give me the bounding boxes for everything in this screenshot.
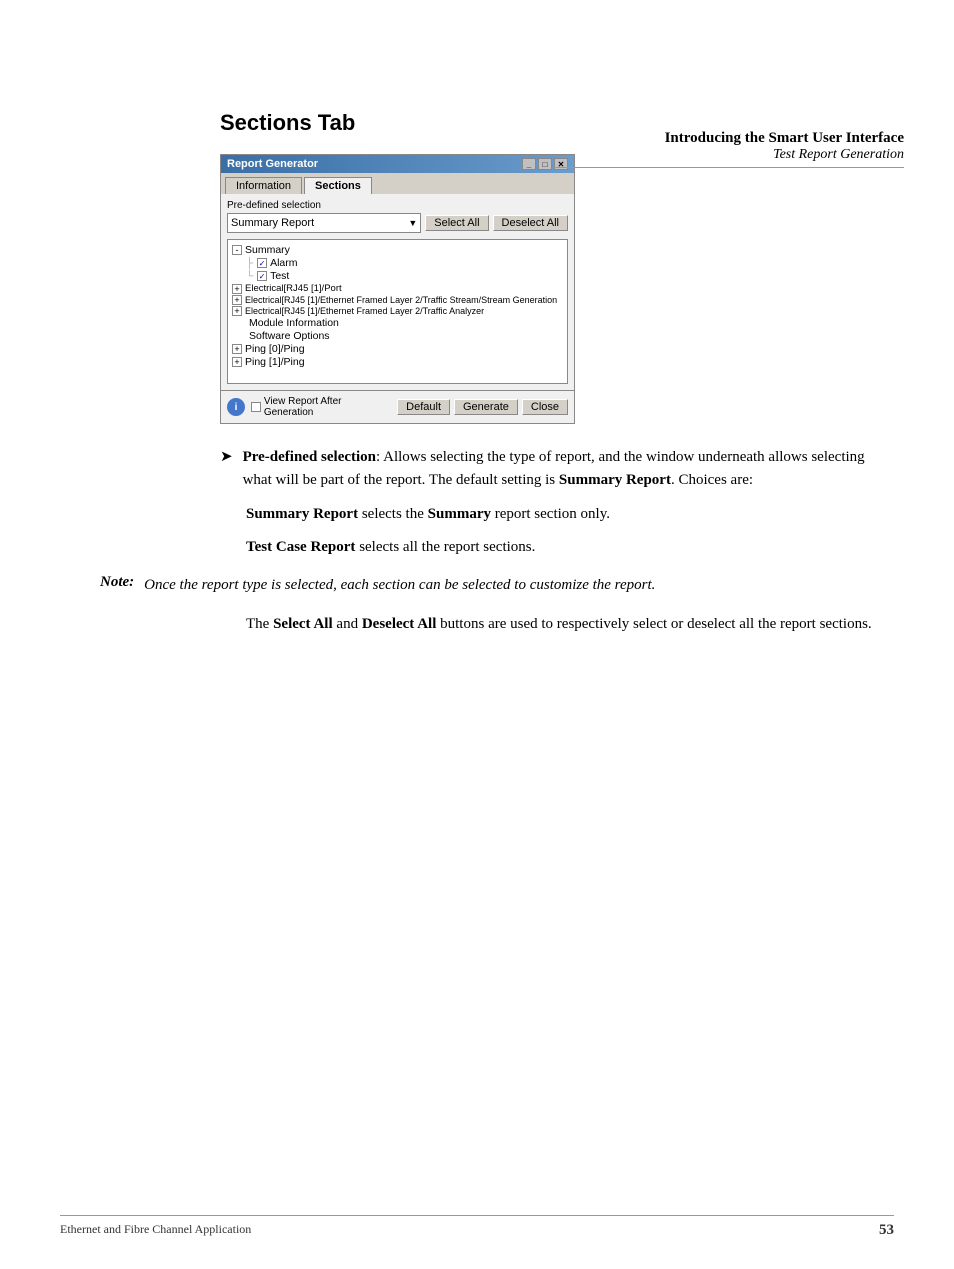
tree-expander[interactable]: +: [232, 295, 242, 305]
sub-text1: selects the: [358, 506, 428, 522]
footer-left: Ethernet and Fibre Channel Application: [60, 1222, 251, 1239]
view-report-label: View Report After Generation: [264, 396, 391, 418]
tree-item: + Electrical[RJ45 [1]/Ethernet Framed La…: [232, 295, 563, 305]
tree-checkbox[interactable]: ✓: [257, 258, 267, 268]
tree-checkbox[interactable]: ✓: [257, 271, 267, 281]
tree-expander[interactable]: +: [232, 357, 242, 367]
deselect-all-bold: Deselect All: [362, 616, 437, 632]
tree-area: - Summary ├ ✓ Alarm └ ✓ Test: [227, 239, 568, 384]
note-text: Once the report type is selected, each s…: [144, 574, 655, 597]
tree-item: ├ ✓ Alarm: [232, 257, 563, 269]
predefined-label: Pre-defined selection: [227, 200, 568, 211]
tree-item: + Electrical[RJ45 [1]/Port: [232, 283, 563, 294]
default-button[interactable]: Default: [397, 399, 450, 415]
predefined-text2: . Choices are:: [671, 472, 753, 488]
predefined-dropdown[interactable]: Summary Report ▼: [227, 213, 421, 233]
summary-report-bold: Summary Report: [559, 472, 671, 488]
tree-item: + Ping [0]/Ping: [232, 343, 563, 355]
tree-line: └: [246, 271, 253, 282]
followup-text1: The: [246, 616, 273, 632]
tree-label: Module Information: [249, 317, 339, 329]
tree-item: └ ✓ Test: [232, 270, 563, 282]
chevron-down-icon: ▼: [408, 218, 417, 228]
info-icon: i: [227, 398, 245, 416]
dropdown-value: Summary Report: [231, 217, 314, 229]
dialog-footer: i View Report After Generation Default G…: [221, 390, 574, 423]
dialog-body: Pre-defined selection Summary Report ▼ S…: [221, 194, 574, 390]
close-dialog-button[interactable]: Close: [522, 399, 568, 415]
tab-sections[interactable]: Sections: [304, 177, 372, 194]
tree-label: Electrical[RJ45 [1]/Ethernet Framed Laye…: [245, 306, 484, 316]
generate-button[interactable]: Generate: [454, 399, 518, 415]
tree-label: Electrical[RJ45 [1]/Port: [245, 283, 342, 294]
summary-report-label: Summary Report: [246, 506, 358, 522]
tree-label: Electrical[RJ45 [1]/Ethernet Framed Laye…: [245, 295, 557, 305]
tab-information[interactable]: Information: [225, 177, 302, 194]
dialog-titlebar: Report Generator _ □ ✕: [221, 155, 574, 173]
dialog-tabs: Information Sections: [221, 173, 574, 194]
minimize-button[interactable]: _: [522, 158, 536, 170]
main-content: Sections Tab Report Generator _ □ ✕ Info…: [220, 110, 894, 635]
tree-expander[interactable]: +: [232, 306, 242, 316]
sub-para-testcase: Test Case Report selects all the report …: [246, 536, 894, 559]
tree-label: Ping [1]/Ping: [245, 356, 305, 368]
tree-item: Software Options: [232, 330, 563, 342]
tree-item: Module Information: [232, 317, 563, 329]
dropdown-row: Summary Report ▼ Select All Deselect All: [227, 213, 568, 233]
predefined-bold: Pre-defined selection: [243, 449, 376, 465]
tree-label: Alarm: [270, 257, 297, 269]
dialog-box: Report Generator _ □ ✕ Information Secti…: [220, 154, 575, 424]
sub-text3: selects all the report sections.: [355, 539, 535, 555]
arrow-icon: ➤: [220, 447, 233, 491]
footer-buttons: Default Generate Close: [397, 399, 568, 415]
followup-text2: and: [333, 616, 362, 632]
followup-para: The Select All and Deselect All buttons …: [246, 613, 894, 636]
note-block: Note: Once the report type is selected, …: [100, 574, 894, 597]
testcase-report-label: Test Case Report: [246, 539, 355, 555]
page-number: 53: [879, 1222, 894, 1239]
tree-expander[interactable]: +: [232, 284, 242, 294]
tree-item: - Summary: [232, 244, 563, 256]
footer-checkbox-row: View Report After Generation: [251, 396, 391, 418]
tree-label: Summary: [245, 244, 290, 256]
select-all-bold: Select All: [273, 616, 333, 632]
tree-line: ├: [246, 258, 253, 269]
header-title: Introducing the Smart User Interface: [554, 130, 904, 147]
tree-label: Test: [270, 270, 289, 282]
header-rule: [554, 167, 904, 168]
sub-para-summary: Summary Report selects the Summary repor…: [246, 503, 894, 526]
dialog-container: Report Generator _ □ ✕ Information Secti…: [220, 154, 575, 424]
tree-item: + Ping [1]/Ping: [232, 356, 563, 368]
bullet-predefined: ➤ Pre-defined selection: Allows selectin…: [220, 446, 894, 491]
page-header: Introducing the Smart User Interface Tes…: [554, 130, 904, 168]
summary-bold: Summary: [428, 506, 491, 522]
select-all-button[interactable]: Select All: [425, 215, 488, 231]
note-label: Note:: [100, 574, 134, 597]
header-subtitle: Test Report Generation: [554, 147, 904, 163]
tree-label: Ping [0]/Ping: [245, 343, 305, 355]
followup-text3: buttons are used to respectively select …: [436, 616, 871, 632]
sub-text2: report section only.: [491, 506, 610, 522]
maximize-button[interactable]: □: [538, 158, 552, 170]
tree-label: Software Options: [249, 330, 330, 342]
deselect-all-button[interactable]: Deselect All: [493, 215, 568, 231]
tree-expander[interactable]: -: [232, 245, 242, 255]
page-footer: Ethernet and Fibre Channel Application 5…: [60, 1215, 894, 1239]
tree-expander[interactable]: +: [232, 344, 242, 354]
view-report-checkbox[interactable]: [251, 402, 261, 412]
tree-item: + Electrical[RJ45 [1]/Ethernet Framed La…: [232, 306, 563, 316]
bullet-text: Pre-defined selection: Allows selecting …: [243, 446, 894, 491]
dialog-title: Report Generator: [227, 158, 318, 170]
